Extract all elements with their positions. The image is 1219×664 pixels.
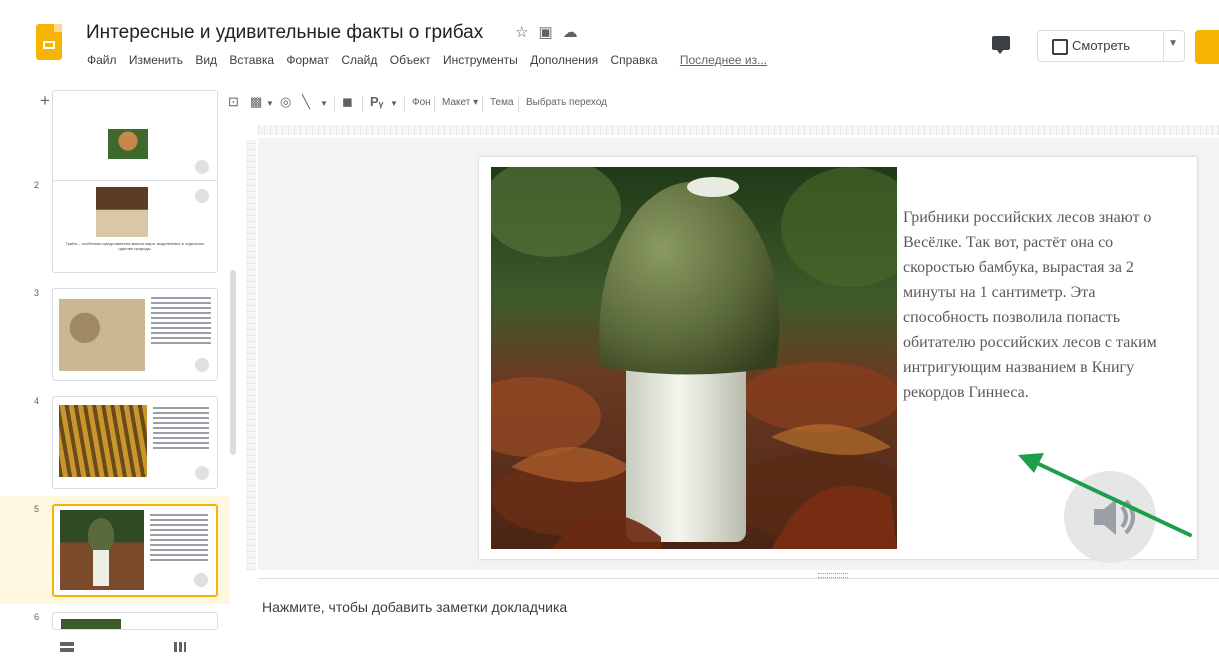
document-title[interactable]: Интересные и удивительные факты о грибах	[86, 22, 483, 44]
slide-number: 6	[34, 612, 40, 622]
new-slide-icon[interactable]: +	[40, 91, 50, 111]
cloud-status-icon[interactable]: ☁	[563, 24, 588, 41]
speaker-icon	[194, 573, 208, 587]
comment-add-icon[interactable]: ◼	[342, 94, 353, 110]
toolbar-divider	[518, 96, 519, 112]
text-box-icon[interactable]: ⊡	[228, 94, 239, 110]
chevron-down-icon[interactable]: ▼	[320, 99, 328, 108]
menu-file[interactable]: Файл	[87, 53, 117, 67]
last-edit-link[interactable]: Последнее из...	[680, 53, 767, 67]
slide-thumbnail-text	[153, 407, 209, 452]
toolbar-divider	[362, 96, 363, 112]
slide-number: 3	[34, 288, 40, 298]
chevron-down-icon[interactable]: ▼	[266, 99, 274, 108]
slides-logo-icon[interactable]	[36, 24, 62, 60]
vertical-ruler	[246, 140, 256, 570]
slide-thumbnail-image	[108, 129, 148, 159]
grid-view-icon[interactable]	[174, 642, 186, 652]
slide-thumbnail-image	[59, 299, 145, 371]
transition-button[interactable]: Выбрать переход	[526, 97, 607, 108]
filmstrip-scrollbar[interactable]	[230, 270, 236, 455]
share-button[interactable]	[1195, 30, 1219, 64]
slide-thumbnail-image	[60, 510, 144, 590]
menu-help[interactable]: Справка	[610, 53, 657, 67]
top-bar: Интересные и удивительные факты о грибах…	[0, 0, 1219, 86]
slide-thumbnail-text	[151, 297, 211, 347]
slide-thumbnail[interactable]	[52, 90, 218, 183]
toolbar-divider	[404, 96, 405, 112]
slide-number: 2	[34, 180, 40, 190]
layout-button[interactable]: Макет ▾	[442, 97, 478, 108]
menu-insert[interactable]: Вставка	[229, 53, 274, 67]
annotation-arrow	[1018, 453, 1192, 537]
speaker-icon	[195, 160, 209, 174]
toolbar-divider	[482, 96, 483, 112]
slide-thumbnail[interactable]	[52, 288, 218, 381]
menu-addons[interactable]: Дополнения	[530, 53, 598, 67]
mushroom-photo[interactable]	[491, 167, 897, 549]
slide-thumbnail-text	[150, 514, 208, 564]
speaker-notes-placeholder[interactable]: Нажмите, чтобы добавить заметки докладчи…	[262, 599, 567, 615]
speaker-icon	[195, 358, 209, 372]
menu-view[interactable]: Вид	[195, 53, 217, 67]
slide-thumbnail-caption: Грибы – особенная представители живого м…	[65, 241, 205, 251]
toolbar-divider	[434, 96, 435, 112]
star-icon[interactable]: ☆	[515, 24, 538, 41]
comments-icon[interactable]	[992, 36, 1010, 54]
menu-object[interactable]: Объект	[390, 53, 431, 67]
menu-format[interactable]: Формат	[286, 53, 329, 67]
line-icon[interactable]: ╲	[302, 94, 310, 110]
chevron-down-icon[interactable]: ▼	[1168, 38, 1178, 49]
background-button[interactable]: Фон	[412, 97, 431, 108]
horizontal-ruler	[258, 125, 1219, 135]
slide-thumbnail[interactable]	[52, 504, 218, 597]
slide-number: 5	[34, 504, 40, 514]
filmstrip-view-icon[interactable]	[60, 642, 74, 652]
slide-thumbnail-image	[61, 619, 121, 629]
theme-button[interactable]: Тема	[490, 97, 514, 108]
toolbar-divider	[334, 96, 335, 112]
menu-tools[interactable]: Инструменты	[443, 53, 518, 67]
menu-slide[interactable]: Слайд	[341, 53, 377, 67]
speaker-icon	[195, 466, 209, 480]
slide-thumbnail[interactable]	[52, 396, 218, 489]
chevron-down-icon[interactable]: ▼	[390, 99, 398, 108]
speaker-icon	[195, 189, 209, 203]
slide-thumbnail-image	[59, 405, 147, 477]
slide-body-text[interactable]: Грибники российских лесов знают о Весёлк…	[903, 205, 1185, 405]
move-folder-icon[interactable]: ▣	[538, 24, 562, 41]
view-switcher	[0, 630, 242, 664]
title-icons: ☆▣☁	[515, 23, 588, 41]
theme-builder-icon[interactable]: Pᵧ	[370, 94, 383, 109]
present-label[interactable]: Смотреть	[1038, 31, 1164, 61]
menu-edit[interactable]: Изменить	[129, 53, 183, 67]
slide-thumbnail[interactable]: Грибы – особенная представители живого м…	[52, 180, 218, 273]
slide-filmstrip[interactable]: 2 Грибы – особенная представители живого…	[0, 90, 242, 664]
speaker-notes-panel[interactable]: Нажмите, чтобы добавить заметки докладчи…	[258, 578, 1219, 664]
menu-bar: Файл Изменить Вид Вставка Формат Слайд О…	[87, 53, 776, 67]
slide-number: 4	[34, 396, 40, 406]
image-icon[interactable]: ▩	[250, 94, 262, 110]
present-button[interactable]: Смотреть ▼	[1037, 30, 1185, 62]
slide-thumbnail[interactable]	[52, 612, 218, 630]
slide-thumbnail-image	[96, 187, 148, 237]
shape-icon[interactable]: ◎	[280, 94, 291, 110]
